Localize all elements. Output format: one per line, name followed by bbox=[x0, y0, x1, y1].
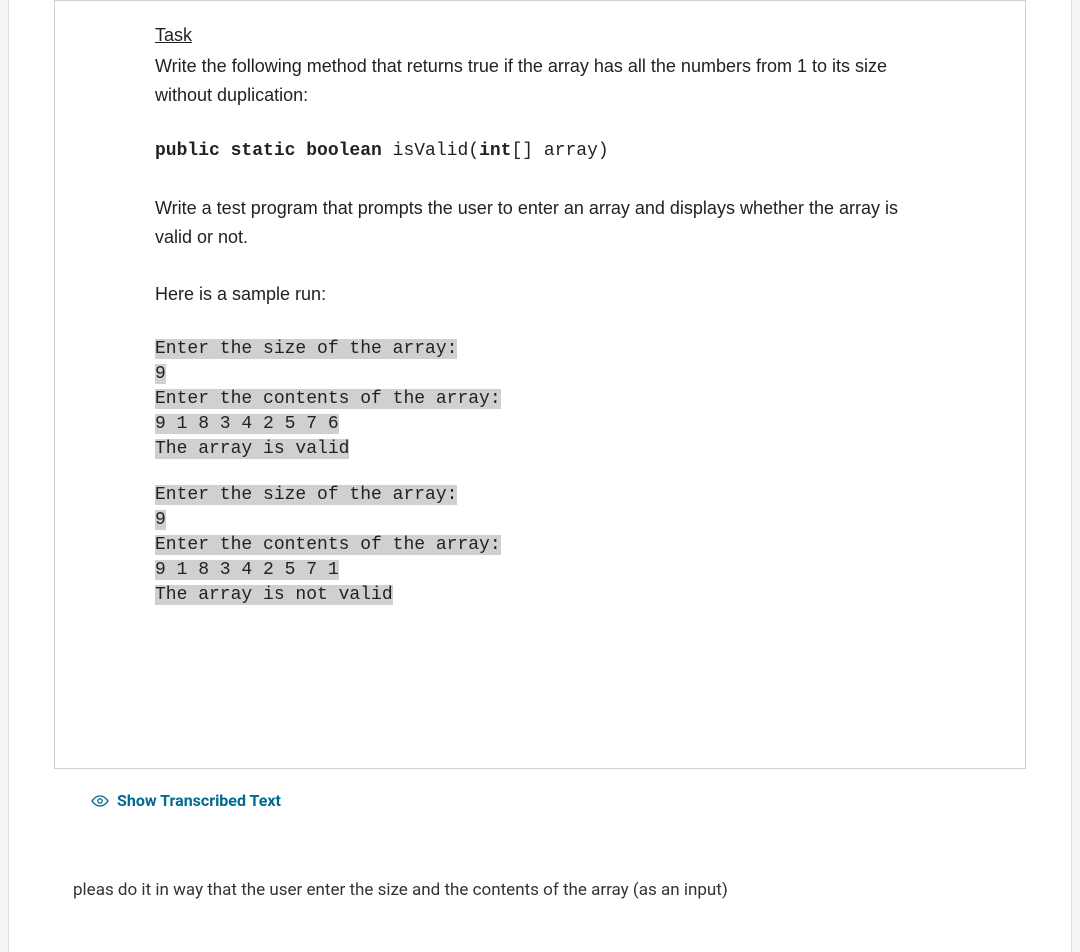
sample-line: Enter the contents of the array: bbox=[155, 389, 501, 409]
method-signature: public static boolean isValid(int[] arra… bbox=[155, 137, 925, 166]
sample-line: Enter the size of the array: bbox=[155, 485, 457, 505]
show-transcribed-label: Show Transcribed Text bbox=[117, 791, 281, 810]
task-heading: Task bbox=[155, 21, 925, 50]
sample-run-2: Enter the size of the array: 9 Enter the… bbox=[155, 483, 925, 609]
sample-run-1: Enter the size of the array: 9 Enter the… bbox=[155, 337, 925, 463]
sample-line: Enter the contents of the array: bbox=[155, 535, 501, 555]
page-container: Task Write the following method that ret… bbox=[8, 0, 1072, 952]
user-additional-note: pleas do it in way that the user enter t… bbox=[9, 820, 1071, 940]
signature-param-rest: [] array) bbox=[511, 141, 608, 161]
question-image-frame: Task Write the following method that ret… bbox=[54, 0, 1026, 769]
sample-line: The array is valid bbox=[155, 439, 349, 459]
sample-line: 9 1 8 3 4 2 5 7 1 bbox=[155, 560, 339, 580]
sample-line: 9 bbox=[155, 510, 166, 530]
question-content: Task Write the following method that ret… bbox=[55, 1, 1025, 768]
sample-run-label: Here is a sample run: bbox=[155, 280, 925, 309]
signature-keywords: public static boolean bbox=[155, 141, 382, 161]
sample-line: 9 1 8 3 4 2 5 7 6 bbox=[155, 414, 339, 434]
show-transcribed-text-button[interactable]: Show Transcribed Text bbox=[9, 769, 1071, 820]
sample-line: The array is not valid bbox=[155, 585, 393, 605]
signature-method: isValid( bbox=[382, 141, 479, 161]
task-description-2: Write a test program that prompts the us… bbox=[155, 194, 925, 252]
sample-line: 9 bbox=[155, 364, 166, 384]
task-description-1: Write the following method that returns … bbox=[155, 52, 925, 110]
transcript-icon bbox=[91, 794, 109, 808]
sample-line: Enter the size of the array: bbox=[155, 339, 457, 359]
signature-param-type: int bbox=[479, 141, 511, 161]
